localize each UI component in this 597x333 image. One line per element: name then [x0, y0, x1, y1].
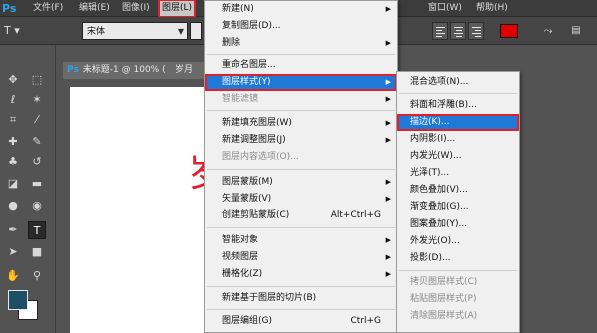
- submenu-arrow-icon: ▶: [385, 39, 391, 47]
- path-selection-tool-icon[interactable]: ➤: [4, 243, 22, 261]
- submenu-arrow-icon: ▶: [385, 95, 391, 103]
- submenu-arrow-icon: ▶: [385, 236, 391, 244]
- pen-tool-icon[interactable]: ✒: [4, 221, 22, 239]
- menu-item-inner-glow[interactable]: 内发光(W)...: [397, 148, 519, 165]
- gradient-tool-icon[interactable]: ▬: [28, 175, 46, 193]
- move-tool-icon[interactable]: ✥: [4, 71, 22, 89]
- submenu-arrow-icon: ▶: [385, 5, 391, 13]
- marquee-tool-icon[interactable]: ⬚: [28, 71, 46, 89]
- menu-item-rasterize[interactable]: 栅格化(Z) ▶: [205, 266, 397, 283]
- menu-help[interactable]: 帮助(H): [476, 0, 508, 17]
- type-tool-icon[interactable]: T: [28, 221, 46, 239]
- document-tab-title: 未标题-1 @ 100% (: [82, 65, 166, 75]
- blur-tool-icon[interactable]: ●: [4, 197, 22, 215]
- photoshop-logo: Ps: [2, 2, 17, 15]
- menu-item-duplicate-layer[interactable]: 复制图层(D)...: [205, 18, 397, 35]
- warp-text-icon[interactable]: ⤳: [540, 23, 556, 39]
- menu-item-smart-object[interactable]: 智能对象 ▶: [205, 232, 397, 249]
- clone-stamp-tool-icon[interactable]: ♣: [4, 153, 22, 171]
- menu-image[interactable]: 图像(I): [122, 0, 150, 17]
- text-color-swatch[interactable]: [500, 24, 518, 38]
- submenu-arrow-icon: ▶: [385, 270, 391, 278]
- crop-tool-icon[interactable]: ⌗: [4, 111, 22, 129]
- align-right-button[interactable]: [468, 22, 484, 40]
- menu-file[interactable]: 文件(F): [33, 0, 63, 17]
- menu-separator: [207, 286, 395, 287]
- menu-separator: [207, 309, 395, 310]
- hand-tool-icon[interactable]: ✋: [4, 267, 22, 285]
- menu-item-gradient-overlay[interactable]: 渐变叠加(G)...: [397, 199, 519, 216]
- document-canvas[interactable]: 岁: [70, 87, 226, 333]
- menu-separator: [399, 93, 517, 94]
- font-style-select[interactable]: [190, 22, 202, 40]
- menu-item-pattern-overlay[interactable]: 图案叠加(Y)...: [397, 216, 519, 233]
- font-family-value: 宋体: [87, 27, 106, 37]
- menu-item-delete[interactable]: 删除 ▶: [205, 35, 397, 52]
- menu-item-layer-content-options[interactable]: 图层内容选项(O)...: [205, 149, 397, 166]
- menu-item-new-adjustment-layer[interactable]: 新建调整图层(J) ▶: [205, 132, 397, 149]
- dodge-tool-icon[interactable]: ◉: [28, 197, 46, 215]
- submenu-arrow-icon: ▶: [385, 178, 391, 186]
- font-family-select[interactable]: 宋体 ▼: [82, 22, 188, 40]
- shortcut-label: Alt+Ctrl+G: [330, 210, 381, 220]
- shortcut-label: Ctrl+G: [350, 316, 381, 326]
- foreground-color-swatch[interactable]: [8, 290, 28, 310]
- menu-item-new-fill-layer[interactable]: 新建填充图层(W) ▶: [205, 115, 397, 132]
- align-center-button[interactable]: [450, 22, 466, 40]
- menu-item-drop-shadow[interactable]: 投影(D)...: [397, 250, 519, 267]
- menu-item-stroke[interactable]: 描边(K)...: [397, 114, 519, 131]
- eraser-tool-icon[interactable]: ◪: [4, 175, 22, 193]
- character-panel-icon[interactable]: ▤: [568, 23, 584, 39]
- lasso-tool-icon[interactable]: ℓ: [4, 91, 22, 109]
- submenu-arrow-icon: ▶: [385, 119, 391, 127]
- menu-item-new-layer-based-slice[interactable]: 新建基于图层的切片(B): [205, 290, 397, 307]
- menu-separator: [207, 227, 395, 228]
- menu-item-color-overlay[interactable]: 颜色叠加(V)...: [397, 182, 519, 199]
- submenu-arrow-icon: ▶: [385, 136, 391, 144]
- layer-menu-dropdown: 新建(N) ▶ 复制图层(D)... 删除 ▶ 重命名图层... 图层样式(Y) ▶ …: [204, 0, 398, 333]
- submenu-arrow-icon: ▶: [385, 253, 391, 261]
- menu-item-create-clipping-mask[interactable]: 创建剪贴蒙版(C) Alt+Ctrl+G: [205, 207, 397, 224]
- menu-item-layer-mask[interactable]: 图层蒙版(M) ▶: [205, 174, 397, 191]
- submenu-arrow-icon: ▶: [385, 195, 391, 203]
- menu-item-layer-style[interactable]: 图层样式(Y) ▶: [205, 74, 397, 91]
- menu-separator: [207, 169, 395, 170]
- tool-preset-picker[interactable]: T ▾: [4, 22, 44, 40]
- rectangle-tool-icon[interactable]: ■: [28, 243, 46, 261]
- menu-window[interactable]: 窗口(W): [428, 0, 462, 17]
- tools-panel: ✥ ⬚ ℓ ✶ ⌗ ⁄ ✚ ✎ ♣ ↺ ◪ ▬ ● ◉ ✒ T ➤ ■ ✋ ⚲: [0, 45, 56, 333]
- menu-item-satin[interactable]: 光泽(T)...: [397, 165, 519, 182]
- layer-style-submenu: 混合选项(N)... 斜面和浮雕(B)... 描边(K)... 内阴影(I)..…: [396, 71, 520, 333]
- zoom-tool-icon[interactable]: ⚲: [28, 267, 46, 285]
- history-brush-tool-icon[interactable]: ↺: [28, 153, 46, 171]
- menu-item-blending-options[interactable]: 混合选项(N)...: [397, 74, 519, 91]
- eyedropper-tool-icon[interactable]: ⁄: [28, 111, 46, 129]
- menu-item-vector-mask[interactable]: 矢量蒙版(V) ▶: [205, 191, 397, 208]
- chevron-down-icon: ▼: [177, 27, 184, 36]
- menu-item-paste-layer-style[interactable]: 粘贴图层样式(P): [397, 291, 519, 308]
- menu-layer[interactable]: 图层(L): [157, 0, 197, 18]
- menu-item-copy-layer-style[interactable]: 拷贝图层样式(C): [397, 274, 519, 291]
- menu-separator: [207, 110, 395, 111]
- brush-tool-icon[interactable]: ✎: [28, 133, 46, 151]
- menu-item-smart-filter[interactable]: 智能滤镜 ▶: [205, 91, 397, 108]
- menu-item-inner-shadow[interactable]: 内阴影(I)...: [397, 131, 519, 148]
- menu-item-outer-glow[interactable]: 外发光(O)...: [397, 233, 519, 250]
- menu-item-group-layers[interactable]: 图层编组(G) Ctrl+G: [205, 313, 397, 330]
- align-left-button[interactable]: [432, 22, 448, 40]
- menu-item-video-layer[interactable]: 视频图层 ▶: [205, 249, 397, 266]
- submenu-arrow-icon: ▶: [385, 78, 391, 86]
- menu-separator: [207, 54, 395, 55]
- document-ps-icon: Ps: [67, 65, 79, 75]
- menu-item-bevel-emboss[interactable]: 斜面和浮雕(B)...: [397, 97, 519, 114]
- menu-item-new[interactable]: 新建(N) ▶: [205, 1, 397, 18]
- magic-wand-tool-icon[interactable]: ✶: [28, 91, 46, 109]
- healing-brush-tool-icon[interactable]: ✚: [4, 133, 22, 151]
- menu-item-clear-layer-style[interactable]: 清除图层样式(A): [397, 308, 519, 325]
- menu-edit[interactable]: 编辑(E): [79, 0, 110, 17]
- menu-item-rename-layer[interactable]: 重命名图层...: [205, 57, 397, 74]
- menu-separator: [399, 270, 517, 271]
